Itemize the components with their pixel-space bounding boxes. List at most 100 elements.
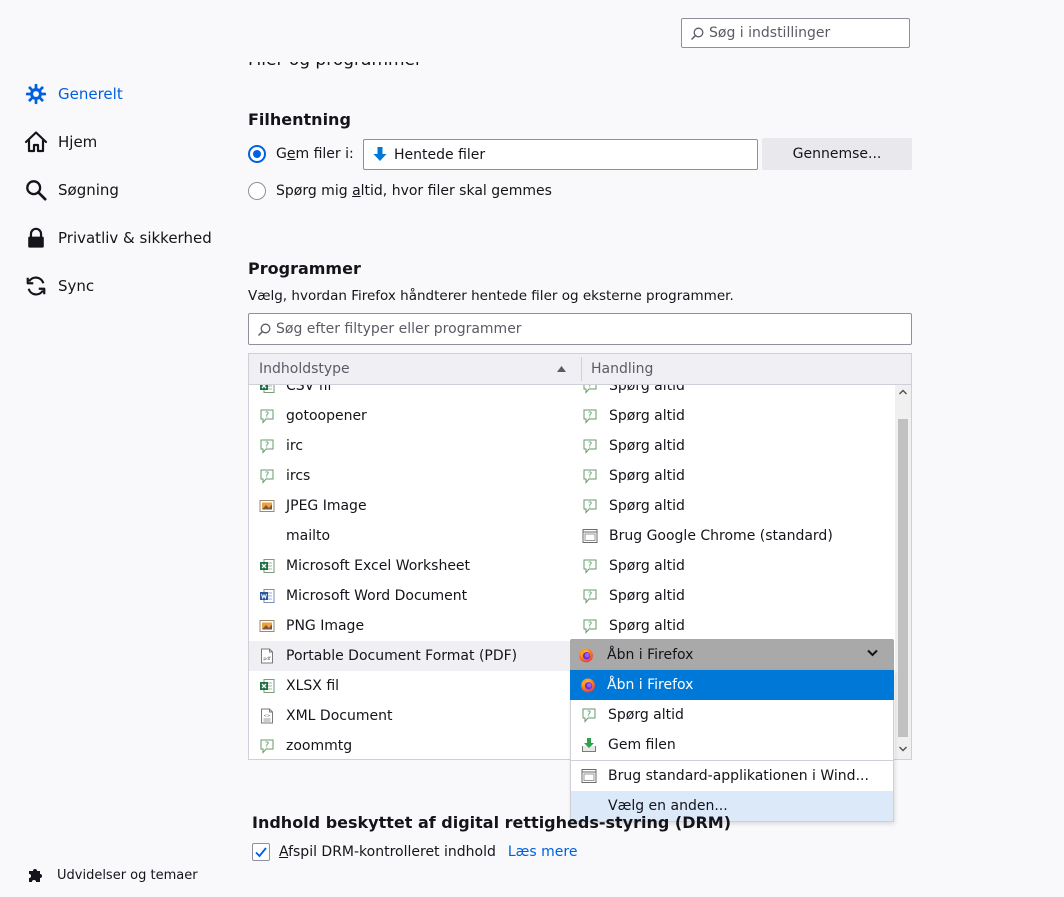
svg-text:?: ? [588, 620, 592, 629]
settings-search-box[interactable] [681, 18, 910, 48]
home-icon [24, 130, 48, 154]
scroll-down-icon[interactable] [899, 746, 907, 752]
table-scrollbar[interactable] [895, 385, 911, 759]
column-header-action[interactable]: Handling [591, 361, 653, 377]
image-file-icon [259, 618, 275, 634]
table-row[interactable]: ? gotoopener ? Spørg altid [249, 401, 894, 431]
gear-icon [24, 82, 48, 106]
save-files-radio-row[interactable]: Gem filer i: [248, 145, 354, 163]
dropdown-option-label: Vælg en anden... [608, 798, 728, 814]
ask-icon: ? [259, 468, 275, 484]
excel-file-icon [259, 678, 275, 694]
row-action-cell[interactable]: ? Spørg altid [582, 581, 685, 611]
svg-text:?: ? [588, 590, 592, 599]
table-row[interactable]: Microsoft Word Document ? Spørg altid [249, 581, 894, 611]
table-row[interactable]: JPEG Image ? Spørg altid [249, 491, 894, 521]
svg-text:<>: <> [264, 713, 271, 718]
table-row[interactable]: CSV fil ? Spørg altid [249, 385, 894, 401]
dropdown-option[interactable]: ? Spørg altid [571, 700, 893, 730]
table-row[interactable]: ? ircs? Spørg altid [249, 461, 894, 491]
row-type-cell: mailto [259, 521, 330, 551]
row-action-cell[interactable]: ? Spørg altid [582, 431, 685, 461]
ask-icon: ? [582, 468, 598, 484]
app-window-icon [582, 528, 598, 544]
puzzle-icon [26, 865, 46, 885]
search-icon [24, 178, 48, 202]
chevron-down-icon [867, 649, 878, 657]
download-folder-field[interactable]: Hentede filer [363, 139, 758, 170]
download-folder-value: Hentede filer [394, 146, 486, 163]
excel-file-icon [259, 385, 275, 394]
sidebar-item-general[interactable]: Generelt [24, 81, 123, 107]
row-action-cell[interactable]: ? Spørg altid [582, 551, 685, 581]
pdf-file-icon: pdf [259, 648, 275, 664]
row-type-cell: ? gotoopener [259, 401, 367, 431]
settings-search-input[interactable] [709, 25, 909, 41]
svg-text:?: ? [265, 410, 269, 419]
browse-button[interactable]: Gennemse... [762, 138, 912, 170]
svg-text:?: ? [588, 385, 592, 389]
row-action-cell[interactable]: ? Spørg altid [582, 461, 685, 491]
blank-icon [259, 528, 275, 544]
drm-checkbox[interactable] [252, 843, 270, 861]
ask-save-radio[interactable] [248, 182, 266, 200]
action-select-value: Åbn i Firefox [607, 646, 694, 663]
filetype-search-input[interactable] [276, 321, 911, 337]
applications-description: Vælg, hvordan Firefox håndterer hentede … [248, 288, 734, 304]
dropdown-option[interactable]: Brug standard-applikationen i Wind... [571, 761, 893, 791]
row-type-label: JPEG Image [286, 498, 367, 514]
save-files-label: Gem filer i: [276, 146, 354, 162]
ask-save-label: Spørg mig altid, hvor filer skal gemmes [276, 183, 552, 199]
sidebar-extensions-link[interactable]: Udvidelser og temaer [26, 862, 198, 888]
svg-text:?: ? [587, 709, 591, 718]
scroll-thumb[interactable] [898, 419, 908, 737]
drm-heading: Indhold beskyttet af digital rettigheds-… [252, 813, 732, 832]
sidebar-item-sync[interactable]: Sync [24, 273, 94, 299]
excel-file-icon [259, 558, 275, 574]
save-file-icon [581, 737, 597, 753]
search-icon [691, 27, 704, 40]
ask-save-radio-row[interactable]: Spørg mig altid, hvor filer skal gemmes [248, 182, 552, 200]
sidebar-item-label: Privatliv & sikkerhed [58, 229, 212, 247]
learn-more-link[interactable]: Læs mere [508, 844, 578, 860]
table-row[interactable]: Microsoft Excel Worksheet? Spørg altid [249, 551, 894, 581]
row-type-cell: Microsoft Word Document [259, 581, 467, 611]
download-arrow-icon [372, 146, 388, 163]
scroll-up-icon[interactable] [899, 389, 907, 395]
sync-icon [24, 274, 48, 298]
row-action-cell[interactable]: Brug Google Chrome (standard) [582, 521, 833, 551]
row-action-cell[interactable]: ? Spørg altid [582, 401, 685, 431]
sidebar-item-home[interactable]: Hjem [24, 129, 97, 155]
table-row[interactable]: ? irc? Spørg altid [249, 431, 894, 461]
sidebar-item-privacy[interactable]: Privatliv & sikkerhed [24, 225, 212, 251]
filetype-search-box[interactable] [248, 313, 912, 345]
column-header-type[interactable]: Indholdstype [259, 361, 350, 377]
dropdown-option[interactable]: Gem filen [571, 730, 893, 760]
row-action-cell[interactable]: ? Spørg altid [582, 491, 685, 521]
row-type-label: XLSX fil [286, 678, 340, 694]
column-divider[interactable] [581, 357, 582, 381]
row-type-cell: XLSX fil [259, 671, 339, 701]
action-dropdown-menu: Åbn i Firefox? Spørg altid Gem filen Brug s… [570, 670, 894, 822]
drm-checkbox-row[interactable]: Afspil DRM-kontrolleret indhold Læs mere [252, 843, 577, 861]
table-row[interactable]: mailto Brug Google Chrome (standard) [249, 521, 894, 551]
row-type-cell: CSV fil [259, 385, 331, 401]
save-files-radio[interactable] [248, 145, 266, 163]
row-action-cell[interactable]: ? Spørg altid [582, 385, 685, 401]
ask-icon: ? [259, 408, 275, 424]
svg-text:?: ? [265, 440, 269, 449]
ask-icon: ? [582, 588, 598, 604]
dropdown-option[interactable]: Åbn i Firefox [570, 670, 894, 700]
sidebar-item-search[interactable]: Søgning [24, 177, 119, 203]
ask-icon: ? [582, 558, 598, 574]
row-action-cell[interactable]: ? Spørg altid [582, 611, 685, 641]
downloads-heading: Filhentning [248, 110, 351, 129]
table-row[interactable]: PNG Image? Spørg altid [249, 611, 894, 641]
action-select[interactable]: Åbn i Firefox [570, 639, 894, 670]
row-action-label: Spørg altid [609, 618, 685, 634]
row-type-label: CSV fil [286, 385, 332, 394]
word-file-icon [259, 588, 275, 604]
row-type-label: Microsoft Word Document [286, 588, 468, 604]
sort-ascending-icon [557, 366, 566, 372]
dropdown-option-label: Gem filen [608, 737, 676, 753]
